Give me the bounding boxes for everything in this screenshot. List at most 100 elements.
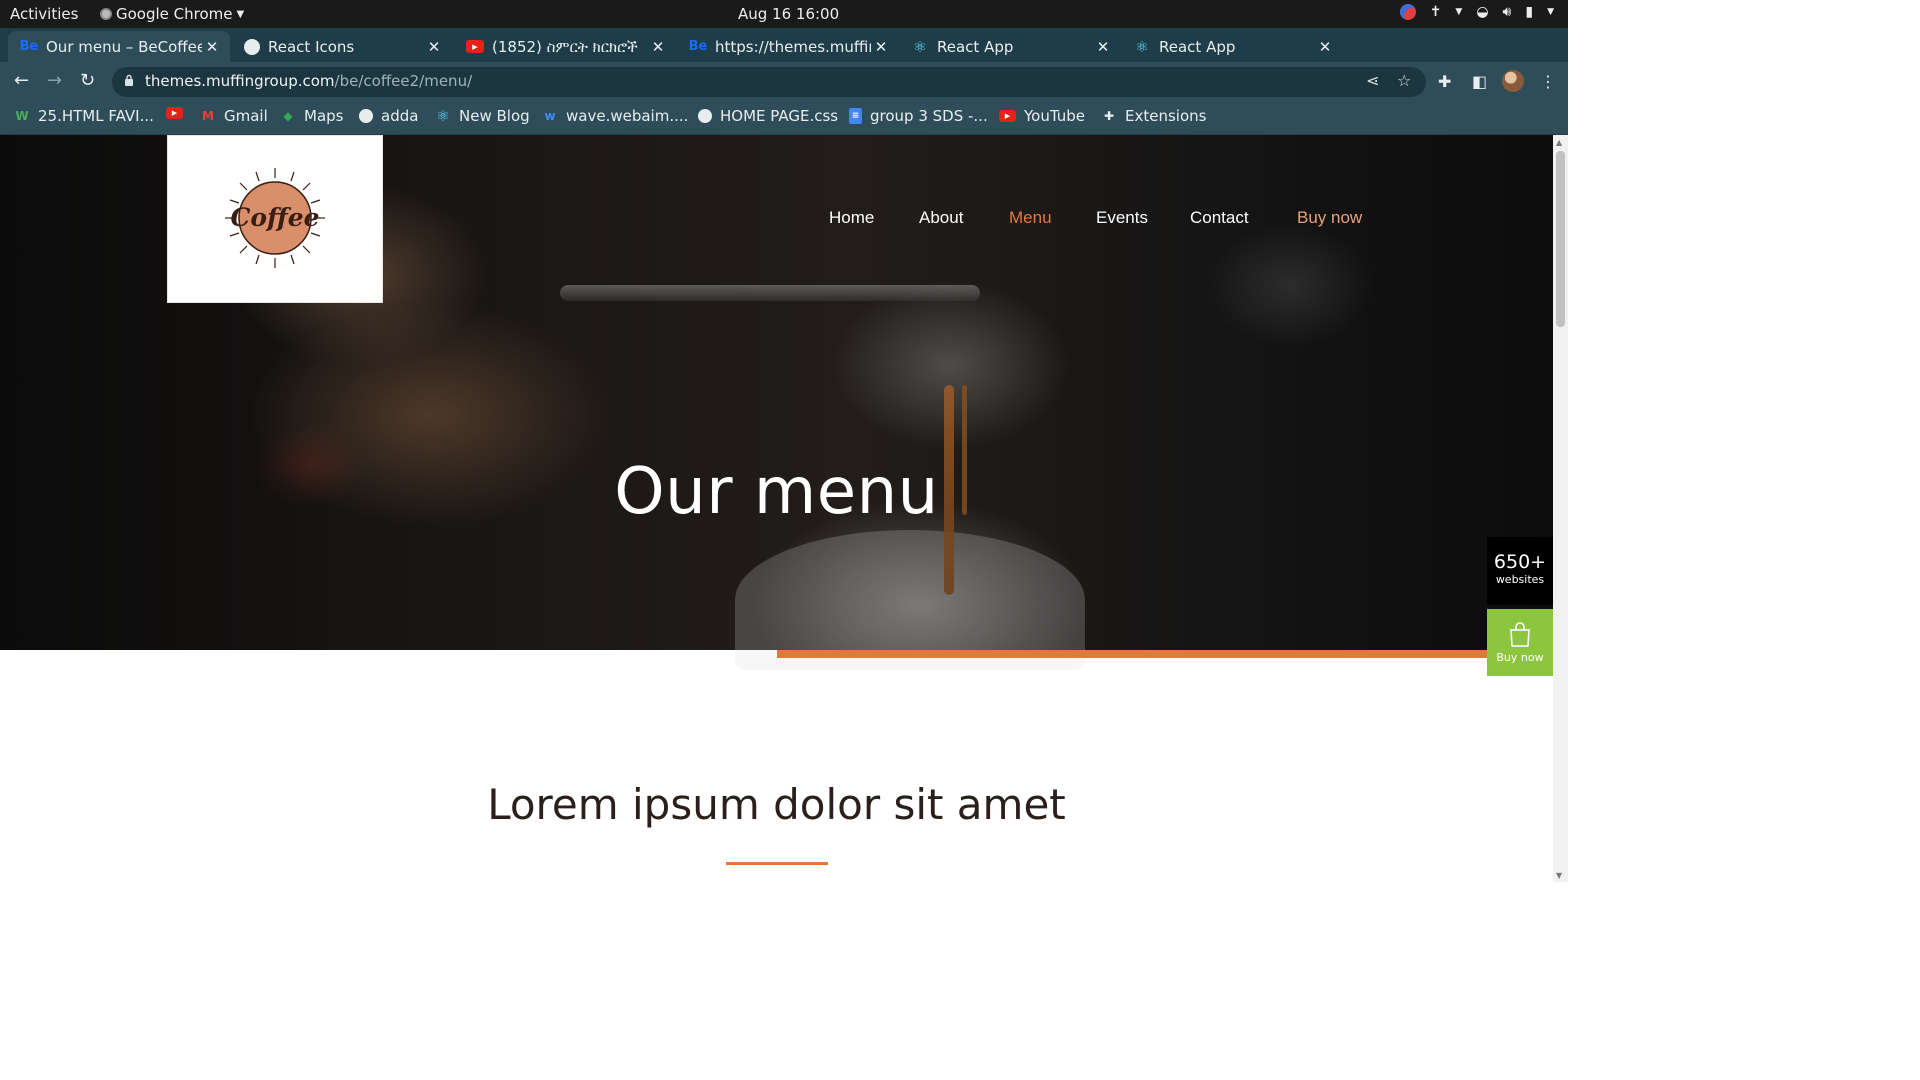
caret-down-icon: ▼ xyxy=(1547,7,1554,17)
bookmark-label: Gmail xyxy=(224,107,268,125)
react-icon: ⚛ xyxy=(436,107,450,125)
coffee-logo-icon: Coffee xyxy=(225,168,325,268)
websites-badge[interactable]: 650+ websites xyxy=(1487,537,1553,605)
tab-title: Our menu – BeCoffee xyxy=(46,37,202,56)
behance-icon: Be xyxy=(19,39,39,54)
bookmark-wave-webaim[interactable]: w wave.webaim.... xyxy=(542,107,688,125)
tab-react-app-2[interactable]: ⚛ React App ✕ xyxy=(1121,31,1343,62)
bookmark-label: Extensions xyxy=(1125,107,1207,125)
tab-title: https://themes.muffin xyxy=(715,37,871,56)
forward-icon[interactable]: → xyxy=(47,70,62,91)
bookmark-home-page-css[interactable]: HOME PAGE.css xyxy=(698,107,838,125)
caret-down-icon: ▼ xyxy=(236,8,245,20)
nav-contact[interactable]: Contact xyxy=(1190,208,1249,228)
back-icon[interactable]: ← xyxy=(14,70,29,91)
caret-down-icon: ▼ xyxy=(1455,7,1463,17)
close-tab-icon[interactable]: ✕ xyxy=(1093,38,1113,56)
badge-label: websites xyxy=(1495,573,1545,586)
nav-events[interactable]: Events xyxy=(1096,208,1148,228)
youtube-icon: ▶ xyxy=(999,110,1016,122)
tab-themes-muffin[interactable]: Be https://themes.muffin ✕ xyxy=(677,31,899,62)
tab-react-icons[interactable]: React Icons ✕ xyxy=(232,31,452,62)
url-host: themes.muffingroup.com xyxy=(145,72,335,90)
side-panel-icon[interactable]: ◧ xyxy=(1472,72,1487,91)
close-tab-icon[interactable]: ✕ xyxy=(871,38,891,56)
system-tray[interactable]: ✝ ▼ ◒ 🔊︎ ▮ ▼ xyxy=(1399,4,1554,20)
scrollbar-thumb[interactable] xyxy=(1556,151,1565,327)
hero-title: Our menu xyxy=(614,455,939,529)
section-title: Lorem ipsum dolor sit amet xyxy=(487,780,1066,829)
system-top-bar: Activities Google Chrome ▼ Aug 16 16:00 … xyxy=(0,0,1568,28)
tab-title: React Icons xyxy=(268,37,355,56)
tab-title: React App xyxy=(1159,37,1236,56)
tab-youtube[interactable]: ▶ (1852) ስምርት ክርክሮች ✕ xyxy=(454,31,676,62)
extensions-puzzle-icon[interactable]: ✚ xyxy=(1438,72,1451,91)
close-tab-icon[interactable]: ✕ xyxy=(648,38,668,56)
nav-menu[interactable]: Menu xyxy=(1009,208,1052,228)
bookmark-group-3-sds[interactable]: ≡ group 3 SDS -... xyxy=(849,107,988,125)
bookmark-extensions[interactable]: ✚ Extensions xyxy=(1101,107,1206,125)
bookmark-new-blog[interactable]: ⚛ New Blog xyxy=(435,107,529,125)
bookmark-maps[interactable]: ◆ Maps xyxy=(280,107,343,125)
reload-icon[interactable]: ↻ xyxy=(80,70,95,91)
site-logo[interactable]: Coffee xyxy=(167,135,383,303)
hero-accent-line xyxy=(777,650,1553,658)
coffee-cup-shape xyxy=(735,530,1085,670)
profile-avatar[interactable] xyxy=(1502,70,1524,92)
bookmark-gmail[interactable]: M Gmail xyxy=(200,107,268,125)
tab-title: (1852) ስምርት ክርክሮች xyxy=(492,37,638,56)
bookmark-youtube-shortcut[interactable]: ▶ xyxy=(166,107,191,119)
close-tab-icon[interactable]: ✕ xyxy=(202,38,222,56)
address-bar[interactable]: themes.muffingroup.com/be/coffee2/menu/ … xyxy=(112,67,1426,97)
scroll-up-icon[interactable]: ▲ xyxy=(1556,138,1562,147)
youtube-icon: ▶ xyxy=(166,107,183,119)
bookmark-label: wave.webaim.... xyxy=(566,107,689,125)
bookmark-label: group 3 SDS -... xyxy=(870,107,988,125)
bookmark-youtube[interactable]: ▶ YouTube xyxy=(999,107,1085,125)
chrome-profile-icon[interactable] xyxy=(1399,4,1416,20)
nav-about[interactable]: About xyxy=(919,208,963,228)
accessibility-icon[interactable]: ✝ xyxy=(1430,4,1442,20)
wave-icon: w xyxy=(544,109,556,123)
logo-text: Coffee xyxy=(230,203,319,232)
app-menu[interactable]: Google Chrome ▼ xyxy=(100,5,244,23)
w-icon: W xyxy=(15,109,29,123)
close-tab-icon[interactable]: ✕ xyxy=(1315,38,1335,56)
tab-react-app-1[interactable]: ⚛ React App ✕ xyxy=(899,31,1121,62)
url-text[interactable]: themes.muffingroup.com/be/coffee2/menu/ xyxy=(145,72,472,90)
page-scrollbar[interactable]: ▲ ▼ xyxy=(1553,135,1568,882)
react-icon: ⚛ xyxy=(913,37,927,56)
clock[interactable]: Aug 16 16:00 xyxy=(738,5,839,23)
side-buy-now-button[interactable]: Buy now xyxy=(1487,609,1553,676)
close-tab-icon[interactable]: ✕ xyxy=(424,38,444,56)
react-icon: ⚛ xyxy=(1135,37,1149,56)
chrome-icon xyxy=(100,8,112,20)
tab-our-menu[interactable]: Be Our menu – BeCoffee ✕ xyxy=(8,31,230,62)
nav-buy-now[interactable]: Buy now xyxy=(1297,208,1362,228)
badge-count: 650+ xyxy=(1493,551,1547,573)
section-accent-rule xyxy=(726,862,828,865)
tab-strip: Be Our menu – BeCoffee ✕ React Icons ✕ ▶… xyxy=(0,28,1568,82)
bookmark-label: adda xyxy=(381,107,419,125)
bookmark-label: YouTube xyxy=(1024,107,1085,125)
bookmark-label: 25.HTML FAVI... xyxy=(38,107,154,125)
maps-icon: ◆ xyxy=(283,109,293,123)
volume-icon: 🔊︎ xyxy=(1502,4,1512,20)
shopping-bag-icon xyxy=(1510,622,1530,647)
bookmark-star-icon[interactable]: ☆ xyxy=(1397,71,1411,90)
share-icon[interactable]: ⋖ xyxy=(1366,71,1379,90)
portafilter-shape xyxy=(560,285,980,301)
nav-home[interactable]: Home xyxy=(829,208,874,228)
toolbar: ← → ↻ themes.muffingroup.com/be/coffee2/… xyxy=(0,62,1568,102)
bookmark-html-favicon[interactable]: W 25.HTML FAVI... xyxy=(14,107,154,125)
bookmarks-bar: W 25.HTML FAVI... ▶ M Gmail ◆ Maps adda ⚛ Ne… xyxy=(0,102,1568,135)
bookmark-label: Maps xyxy=(304,107,344,125)
globe-icon xyxy=(359,109,373,123)
lock-icon[interactable] xyxy=(124,74,134,86)
bookmark-adda[interactable]: adda xyxy=(359,107,418,125)
scroll-down-icon[interactable]: ▼ xyxy=(1556,871,1562,880)
more-menu-icon[interactable]: ⋮ xyxy=(1540,72,1556,91)
wifi-icon: ◒ xyxy=(1476,4,1489,20)
side-buy-label: Buy now xyxy=(1496,651,1544,664)
activities-button[interactable]: Activities xyxy=(10,5,78,23)
